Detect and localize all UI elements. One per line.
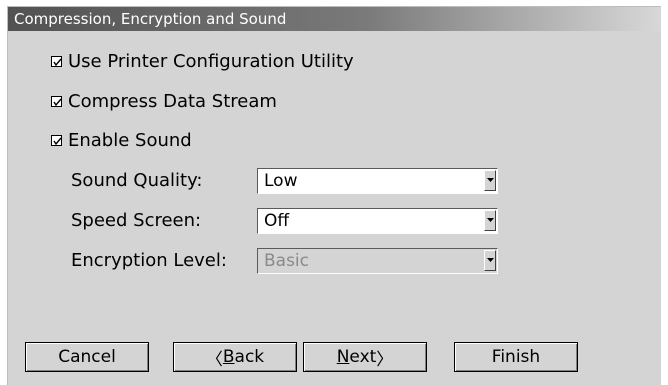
finish-button-label: Finish	[491, 347, 541, 367]
checkmark-icon	[53, 58, 62, 66]
encryption-level-select: Basic	[257, 248, 498, 274]
dialog-title: Compression, Encryption and Sound	[14, 10, 287, 28]
sound-quality-dropdown-button[interactable]	[484, 170, 496, 191]
back-arrow-icon: 〈	[205, 349, 223, 370]
back-button[interactable]: 〈 Back	[173, 342, 297, 372]
encryption-level-value: Basic	[264, 251, 310, 271]
enable-sound-checkbox[interactable]	[51, 134, 62, 146]
checkmark-icon	[53, 137, 62, 145]
compress-data-label: Compress Data Stream	[68, 90, 277, 112]
compress-data-checkbox-row[interactable]: Compress Data Stream	[51, 89, 277, 113]
back-button-label: ack	[234, 347, 265, 367]
compression-encryption-sound-dialog: Compression, Encryption and Sound Use Pr…	[7, 6, 661, 385]
speed-screen-dropdown-button[interactable]	[484, 210, 496, 231]
printer-config-checkbox-row[interactable]: Use Printer Configuration Utility	[51, 49, 354, 73]
speed-screen-value: Off	[264, 211, 290, 231]
next-button-label: ext	[349, 347, 377, 367]
next-button[interactable]: Next 〉	[303, 342, 427, 372]
sound-quality-label: Sound Quality:	[71, 170, 203, 191]
cancel-button-label: Cancel	[58, 347, 116, 367]
enable-sound-label: Enable Sound	[68, 129, 192, 151]
speed-screen-label: Speed Screen:	[71, 210, 202, 231]
sound-quality-value: Low	[264, 171, 298, 191]
next-arrow-icon: 〉	[376, 349, 394, 370]
printer-config-label: Use Printer Configuration Utility	[68, 50, 354, 72]
finish-button[interactable]: Finish	[454, 342, 578, 372]
compress-data-checkbox[interactable]	[51, 95, 62, 107]
printer-config-checkbox[interactable]	[51, 55, 62, 67]
chevron-down-icon	[487, 178, 494, 182]
encryption-level-label: Encryption Level:	[71, 250, 227, 271]
back-mnemonic: B	[222, 347, 235, 367]
cancel-button[interactable]: Cancel	[25, 342, 149, 372]
encryption-level-dropdown-button	[484, 250, 496, 271]
speed-screen-select[interactable]: Off	[257, 208, 498, 234]
dialog-title-bar: Compression, Encryption and Sound	[8, 7, 661, 31]
next-mnemonic: N	[336, 347, 350, 367]
sound-quality-select[interactable]: Low	[257, 168, 498, 194]
enable-sound-checkbox-row[interactable]: Enable Sound	[51, 128, 192, 152]
chevron-down-icon	[487, 258, 494, 262]
checkmark-icon	[53, 98, 62, 106]
chevron-down-icon	[487, 218, 494, 222]
